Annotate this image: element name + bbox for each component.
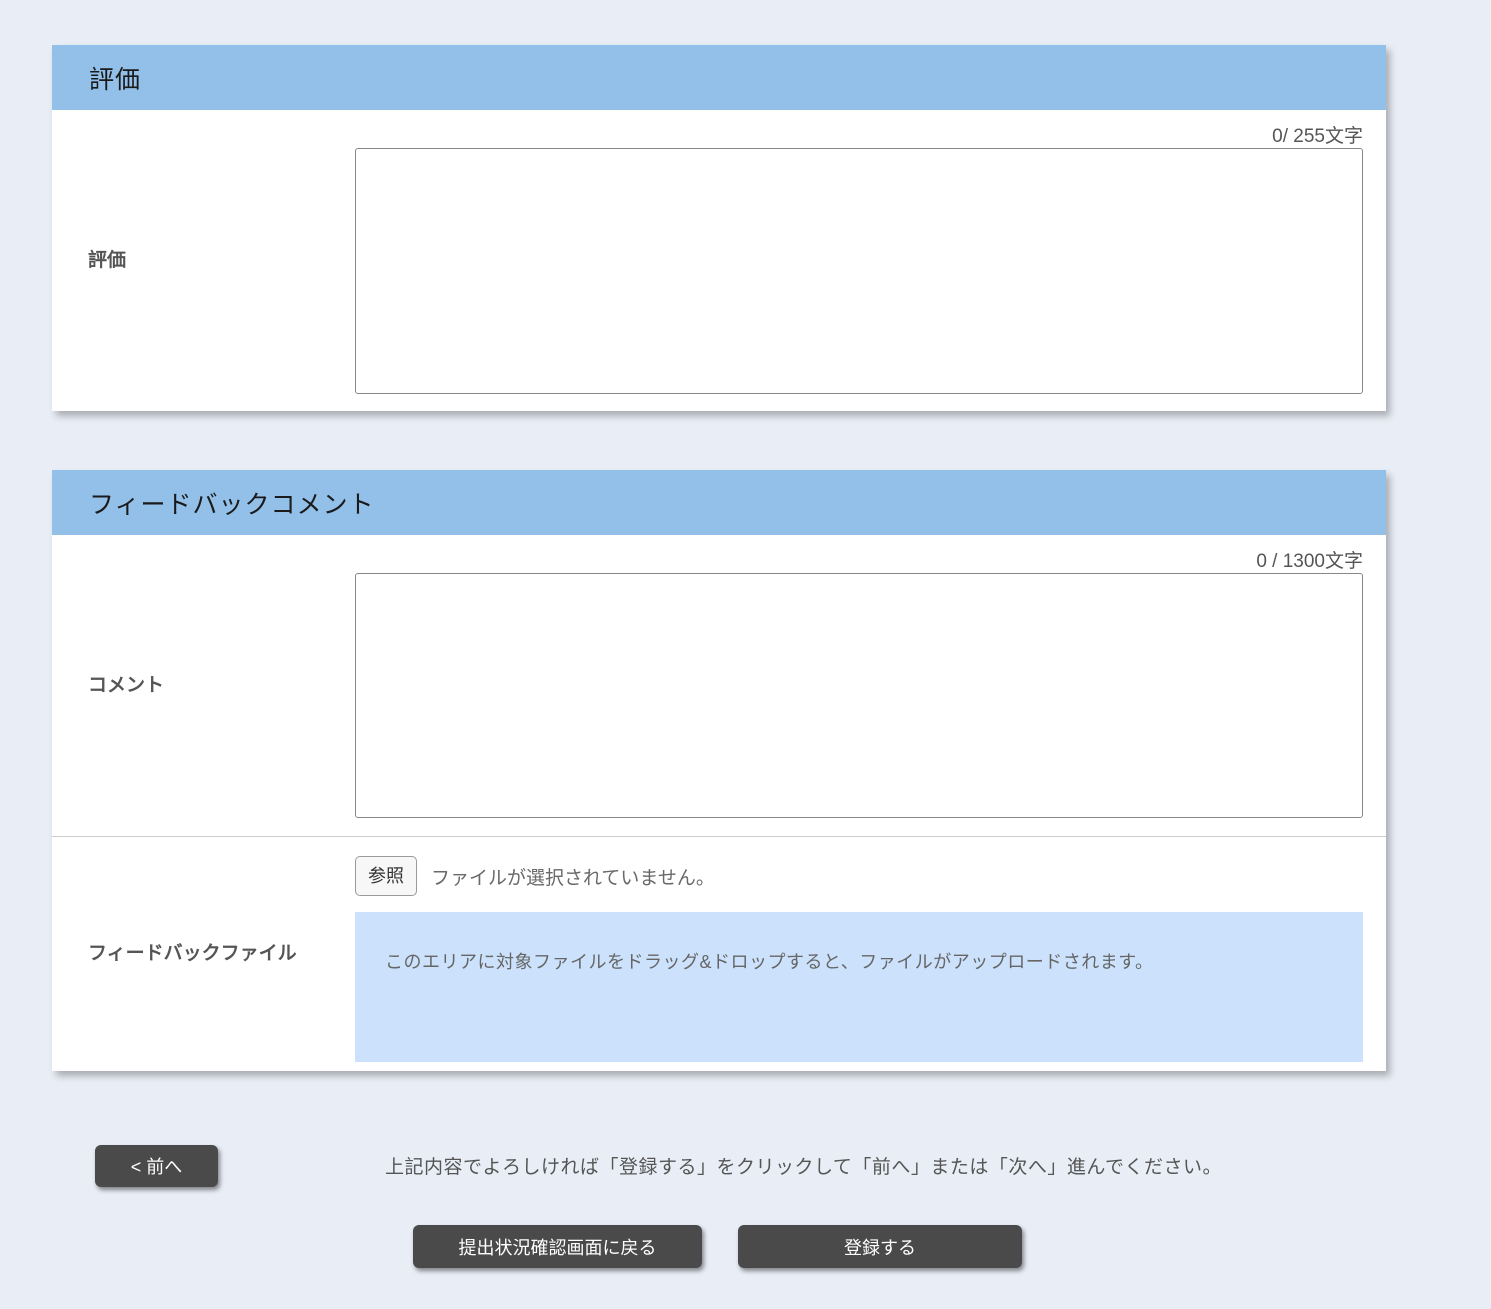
feedback-panel: フィードバックコメント コメント 0 / 1300文字 フィードバックファイル …: [52, 470, 1386, 1071]
comment-field-cell: 0 / 1300文字: [355, 535, 1386, 836]
file-drop-area-text: このエリアに対象ファイルをドラッグ&ドロップすると、ファイルがアップロードされま…: [385, 952, 1153, 972]
page: 評価 評価 0/ 255文字 フィードバックコメント コメント 0 / 1300…: [0, 0, 1491, 1309]
feedback-file-field-cell: 参照 ファイルが選択されていません。 このエリアに対象ファイルをドラッグ&ドロッ…: [355, 837, 1386, 1071]
back-to-submission-status-button[interactable]: 提出状況確認画面に戻る: [413, 1225, 702, 1268]
register-button[interactable]: 登録する: [738, 1225, 1022, 1268]
feedback-file-label-cell: フィードバックファイル: [52, 837, 355, 1071]
evaluation-row: 評価 0/ 255文字: [52, 110, 1386, 411]
file-drop-area[interactable]: このエリアに対象ファイルをドラッグ&ドロップすると、ファイルがアップロードされま…: [355, 912, 1363, 1062]
evaluation-char-counter: 0/ 255文字: [355, 110, 1363, 148]
comment-field-label: コメント: [88, 673, 164, 699]
comment-textarea[interactable]: [355, 573, 1363, 818]
comment-label-cell: コメント: [52, 535, 355, 836]
footer-instruction-row: < 前へ 上記内容でよろしければ「登録する」をクリックして「前へ」または「次へ」…: [0, 1144, 1491, 1187]
previous-button[interactable]: < 前へ: [95, 1145, 218, 1187]
footer-instruction-text: 上記内容でよろしければ「登録する」をクリックして「前へ」または「次へ」進んでくだ…: [385, 1152, 1222, 1179]
comment-char-counter: 0 / 1300文字: [355, 535, 1363, 573]
feedback-panel-header: フィードバックコメント: [52, 470, 1386, 535]
evaluation-panel: 評価 評価 0/ 255文字: [52, 45, 1386, 411]
footer-actions-row: 提出状況確認画面に戻る 登録する: [0, 1225, 1491, 1268]
file-input-line: 参照 ファイルが選択されていません。: [355, 837, 1363, 899]
evaluation-panel-header: 評価: [52, 45, 1386, 110]
feedback-panel-title: フィードバックコメント: [89, 485, 375, 521]
file-selection-status-text: ファイルが選択されていません。: [431, 863, 715, 890]
browse-file-button[interactable]: 参照: [355, 856, 417, 896]
evaluation-panel-title: 評価: [89, 60, 141, 96]
evaluation-field-cell: 0/ 255文字: [355, 110, 1386, 411]
evaluation-textarea[interactable]: [355, 148, 1363, 394]
feedback-file-label: フィードバックファイル: [88, 941, 297, 967]
evaluation-label-cell: 評価: [52, 110, 355, 411]
evaluation-field-label: 評価: [88, 248, 126, 274]
feedback-file-row: フィードバックファイル 参照 ファイルが選択されていません。 このエリアに対象フ…: [52, 837, 1386, 1071]
comment-row: コメント 0 / 1300文字: [52, 535, 1386, 837]
